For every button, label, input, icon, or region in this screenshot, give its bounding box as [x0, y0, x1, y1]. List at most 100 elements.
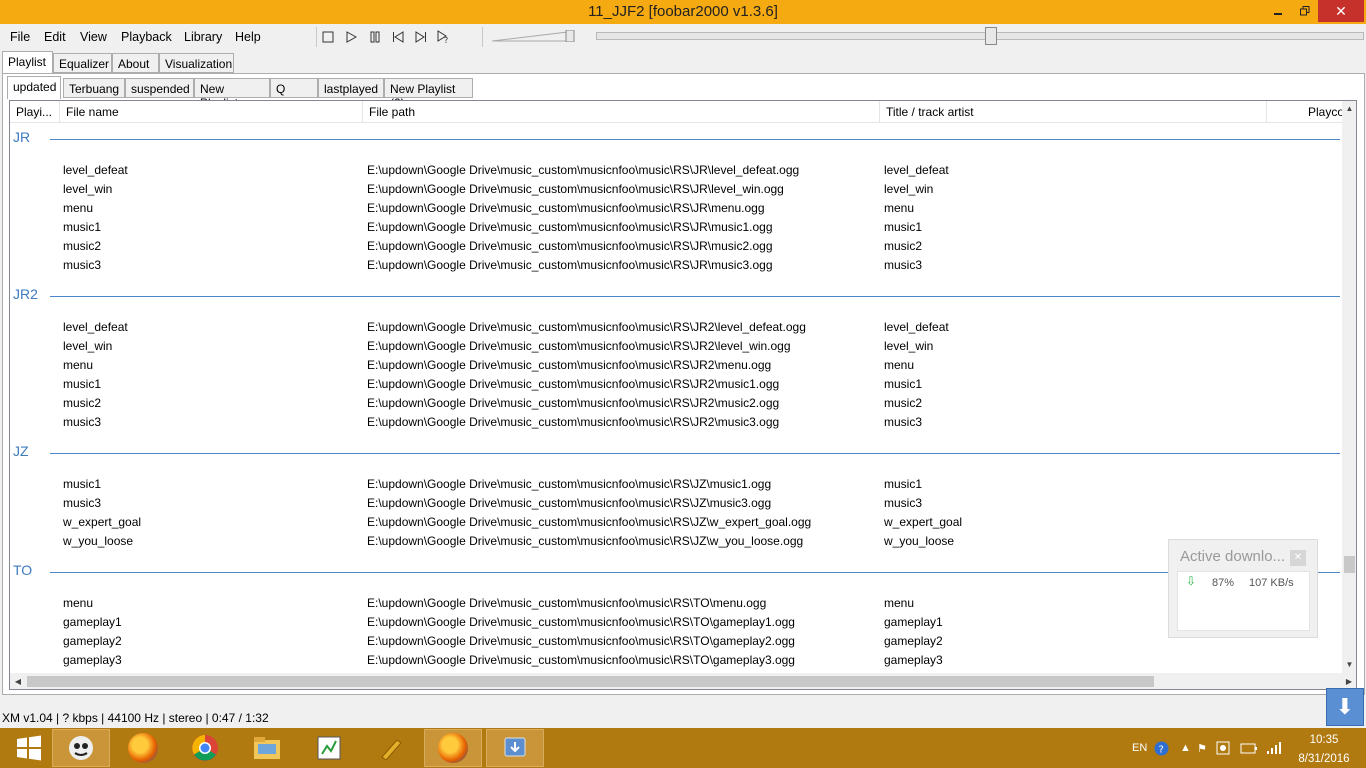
- menu-edit[interactable]: Edit: [44, 30, 66, 44]
- group-header[interactable]: JR2: [10, 279, 1342, 317]
- taskbar-editor[interactable]: [300, 729, 358, 767]
- clock-time: 10:35: [1309, 734, 1339, 746]
- start-button[interactable]: [0, 729, 58, 767]
- tab-about[interactable]: About: [112, 53, 159, 73]
- tab-equalizer[interactable]: Equalizer: [53, 53, 112, 73]
- table-row[interactable]: level_defeat E:\updown\Google Drive\music…: [10, 160, 1342, 179]
- active-downloads-popup[interactable]: Active downlo... ✕ ⇩ 87% 107 KB/s: [1168, 539, 1318, 638]
- table-row[interactable]: level_win E:\updown\Google Drive\music_cu…: [10, 336, 1342, 355]
- help-icon[interactable]: ?: [1154, 728, 1169, 768]
- column-playing[interactable]: Playi...: [10, 101, 60, 123]
- flag-icon[interactable]: ⚑: [1197, 728, 1207, 768]
- popup-close-icon[interactable]: ✕: [1290, 550, 1306, 566]
- scroll-left-icon[interactable]: ◀: [10, 673, 26, 689]
- table-row[interactable]: gameplay3 E:\updown\Google Drive\music_cu…: [10, 650, 1342, 669]
- group-header[interactable]: JZ: [10, 436, 1342, 474]
- group-header[interactable]: TO: [10, 555, 1342, 593]
- close-button[interactable]: ✕: [1318, 0, 1364, 22]
- playlist-tab[interactable]: Terbuang: [63, 78, 125, 98]
- menu-view[interactable]: View: [80, 30, 107, 44]
- playlist-tab[interactable]: New Playlist: [194, 78, 270, 110]
- previous-button[interactable]: [388, 28, 408, 46]
- download-item[interactable]: ⇩ 87% 107 KB/s: [1177, 571, 1310, 631]
- cell-title: music1: [884, 377, 923, 391]
- stop-button[interactable]: [318, 28, 338, 46]
- table-row[interactable]: music3 E:\updown\Google Drive\music_custo…: [10, 493, 1342, 512]
- taskbar-firefox-2[interactable]: [424, 729, 482, 767]
- clock[interactable]: 10:35 8/31/2016: [1290, 733, 1358, 767]
- tool-icon: [381, 739, 402, 761]
- playlist-tab[interactable]: suspended: [125, 78, 194, 98]
- playlist-tab[interactable]: updated: [7, 76, 61, 99]
- table-row[interactable]: music1 E:\updown\Google Drive\music_custo…: [10, 474, 1342, 493]
- pause-button[interactable]: [365, 28, 385, 46]
- table-row[interactable]: gameplay2 E:\updown\Google Drive\music_cu…: [10, 631, 1342, 650]
- table-row[interactable]: music2 E:\updown\Google Drive\music_custo…: [10, 393, 1342, 412]
- table-row[interactable]: menu E:\updown\Google Drive\music_custom\…: [10, 593, 1342, 612]
- column-header: Playi... File name File path Title / tra…: [10, 101, 1347, 123]
- svg-text:?: ?: [1159, 744, 1164, 755]
- stop-icon: [322, 31, 334, 43]
- table-row[interactable]: w_you_loose E:\updown\Google Drive\music_…: [10, 531, 1342, 550]
- tray-app-icon[interactable]: [1216, 728, 1230, 768]
- table-row[interactable]: level_defeat E:\updown\Google Drive\music…: [10, 317, 1342, 336]
- volume-slider[interactable]: [492, 30, 578, 42]
- table-row[interactable]: menu E:\updown\Google Drive\music_custom\…: [10, 198, 1342, 217]
- tray-expand-icon[interactable]: ▲: [1180, 728, 1191, 768]
- random-button[interactable]: ?: [434, 28, 454, 46]
- random-icon: ?: [437, 30, 448, 44]
- play-button[interactable]: [341, 28, 361, 46]
- menu-file[interactable]: File: [10, 30, 30, 44]
- table-row[interactable]: music1 E:\updown\Google Drive\music_custo…: [10, 217, 1342, 236]
- table-row[interactable]: bossE:\updown\Google Drive\music_custom\…: [10, 669, 1342, 672]
- tab-visualization[interactable]: Visualization: [159, 53, 234, 73]
- seek-bar[interactable]: [596, 32, 1364, 40]
- vertical-scrollbar[interactable]: ▲ ▼: [1342, 101, 1356, 674]
- language-indicator[interactable]: EN: [1132, 728, 1147, 768]
- scroll-up-icon[interactable]: ▲: [1342, 101, 1356, 116]
- table-row[interactable]: music2 E:\updown\Google Drive\music_custo…: [10, 236, 1342, 255]
- taskbar-firefox[interactable]: [114, 729, 172, 767]
- popup-title: Active downlo...: [1180, 548, 1286, 565]
- cell-file-name: music3: [63, 415, 102, 429]
- hscroll-thumb[interactable]: [27, 676, 1154, 687]
- table-row[interactable]: w_expert_goal E:\updown\Google Drive\musi…: [10, 512, 1342, 531]
- cell-file-path: E:\updown\Google Drive\music_custom\musi…: [367, 653, 795, 667]
- taskbar-explorer[interactable]: [238, 729, 296, 767]
- power-icon[interactable]: [1240, 728, 1258, 768]
- group-header[interactable]: JR: [10, 124, 1342, 160]
- table-row[interactable]: music3 E:\updown\Google Drive\music_custo…: [10, 412, 1342, 431]
- table-row[interactable]: music3 E:\updown\Google Drive\music_custo…: [10, 255, 1342, 274]
- playlist-tab[interactable]: lastplayed: [318, 78, 384, 98]
- menu-playback[interactable]: Playback: [121, 30, 172, 44]
- column-file-name[interactable]: File name: [60, 101, 363, 123]
- taskbar-tool[interactable]: [362, 729, 420, 767]
- table-row[interactable]: music1 E:\updown\Google Drive\music_custo…: [10, 374, 1342, 393]
- taskbar-download-manager[interactable]: [486, 729, 544, 767]
- status-text: XM v1.04 | ? kbps | 44100 Hz | stereo | …: [2, 711, 269, 725]
- download-manager-button[interactable]: ⬇: [1326, 688, 1364, 726]
- playlist-tab[interactable]: Q: [270, 78, 318, 98]
- maximize-button[interactable]: [1292, 0, 1318, 22]
- scroll-down-icon[interactable]: ▼: [1342, 657, 1356, 672]
- tab-playlist[interactable]: Playlist: [2, 51, 53, 74]
- menu-library[interactable]: Library: [184, 30, 222, 44]
- taskbar-foobar[interactable]: [52, 729, 110, 767]
- network-icon[interactable]: [1266, 728, 1282, 768]
- cell-file-path: E:\updown\Google Drive\music_custom\musi…: [367, 358, 772, 372]
- menu-help[interactable]: Help: [235, 30, 261, 44]
- seek-thumb[interactable]: [985, 27, 997, 45]
- column-title[interactable]: Title / track artist: [880, 101, 1267, 123]
- table-row[interactable]: level_win E:\updown\Google Drive\music_cu…: [10, 179, 1342, 198]
- column-playcount[interactable]: Playco: [1267, 101, 1347, 123]
- playlist-tab[interactable]: New Playlist (2): [384, 78, 473, 110]
- table-row[interactable]: gameplay1 E:\updown\Google Drive\music_cu…: [10, 612, 1342, 631]
- next-button[interactable]: [411, 28, 431, 46]
- scroll-thumb[interactable]: [1344, 556, 1355, 573]
- cell-title: music1: [884, 220, 923, 234]
- taskbar-chrome[interactable]: [176, 729, 234, 767]
- horizontal-scrollbar[interactable]: ◀ ▶: [10, 673, 1356, 689]
- column-file-path[interactable]: File path: [363, 101, 880, 123]
- table-row[interactable]: menu E:\updown\Google Drive\music_custom\…: [10, 355, 1342, 374]
- minimize-button[interactable]: [1264, 0, 1292, 22]
